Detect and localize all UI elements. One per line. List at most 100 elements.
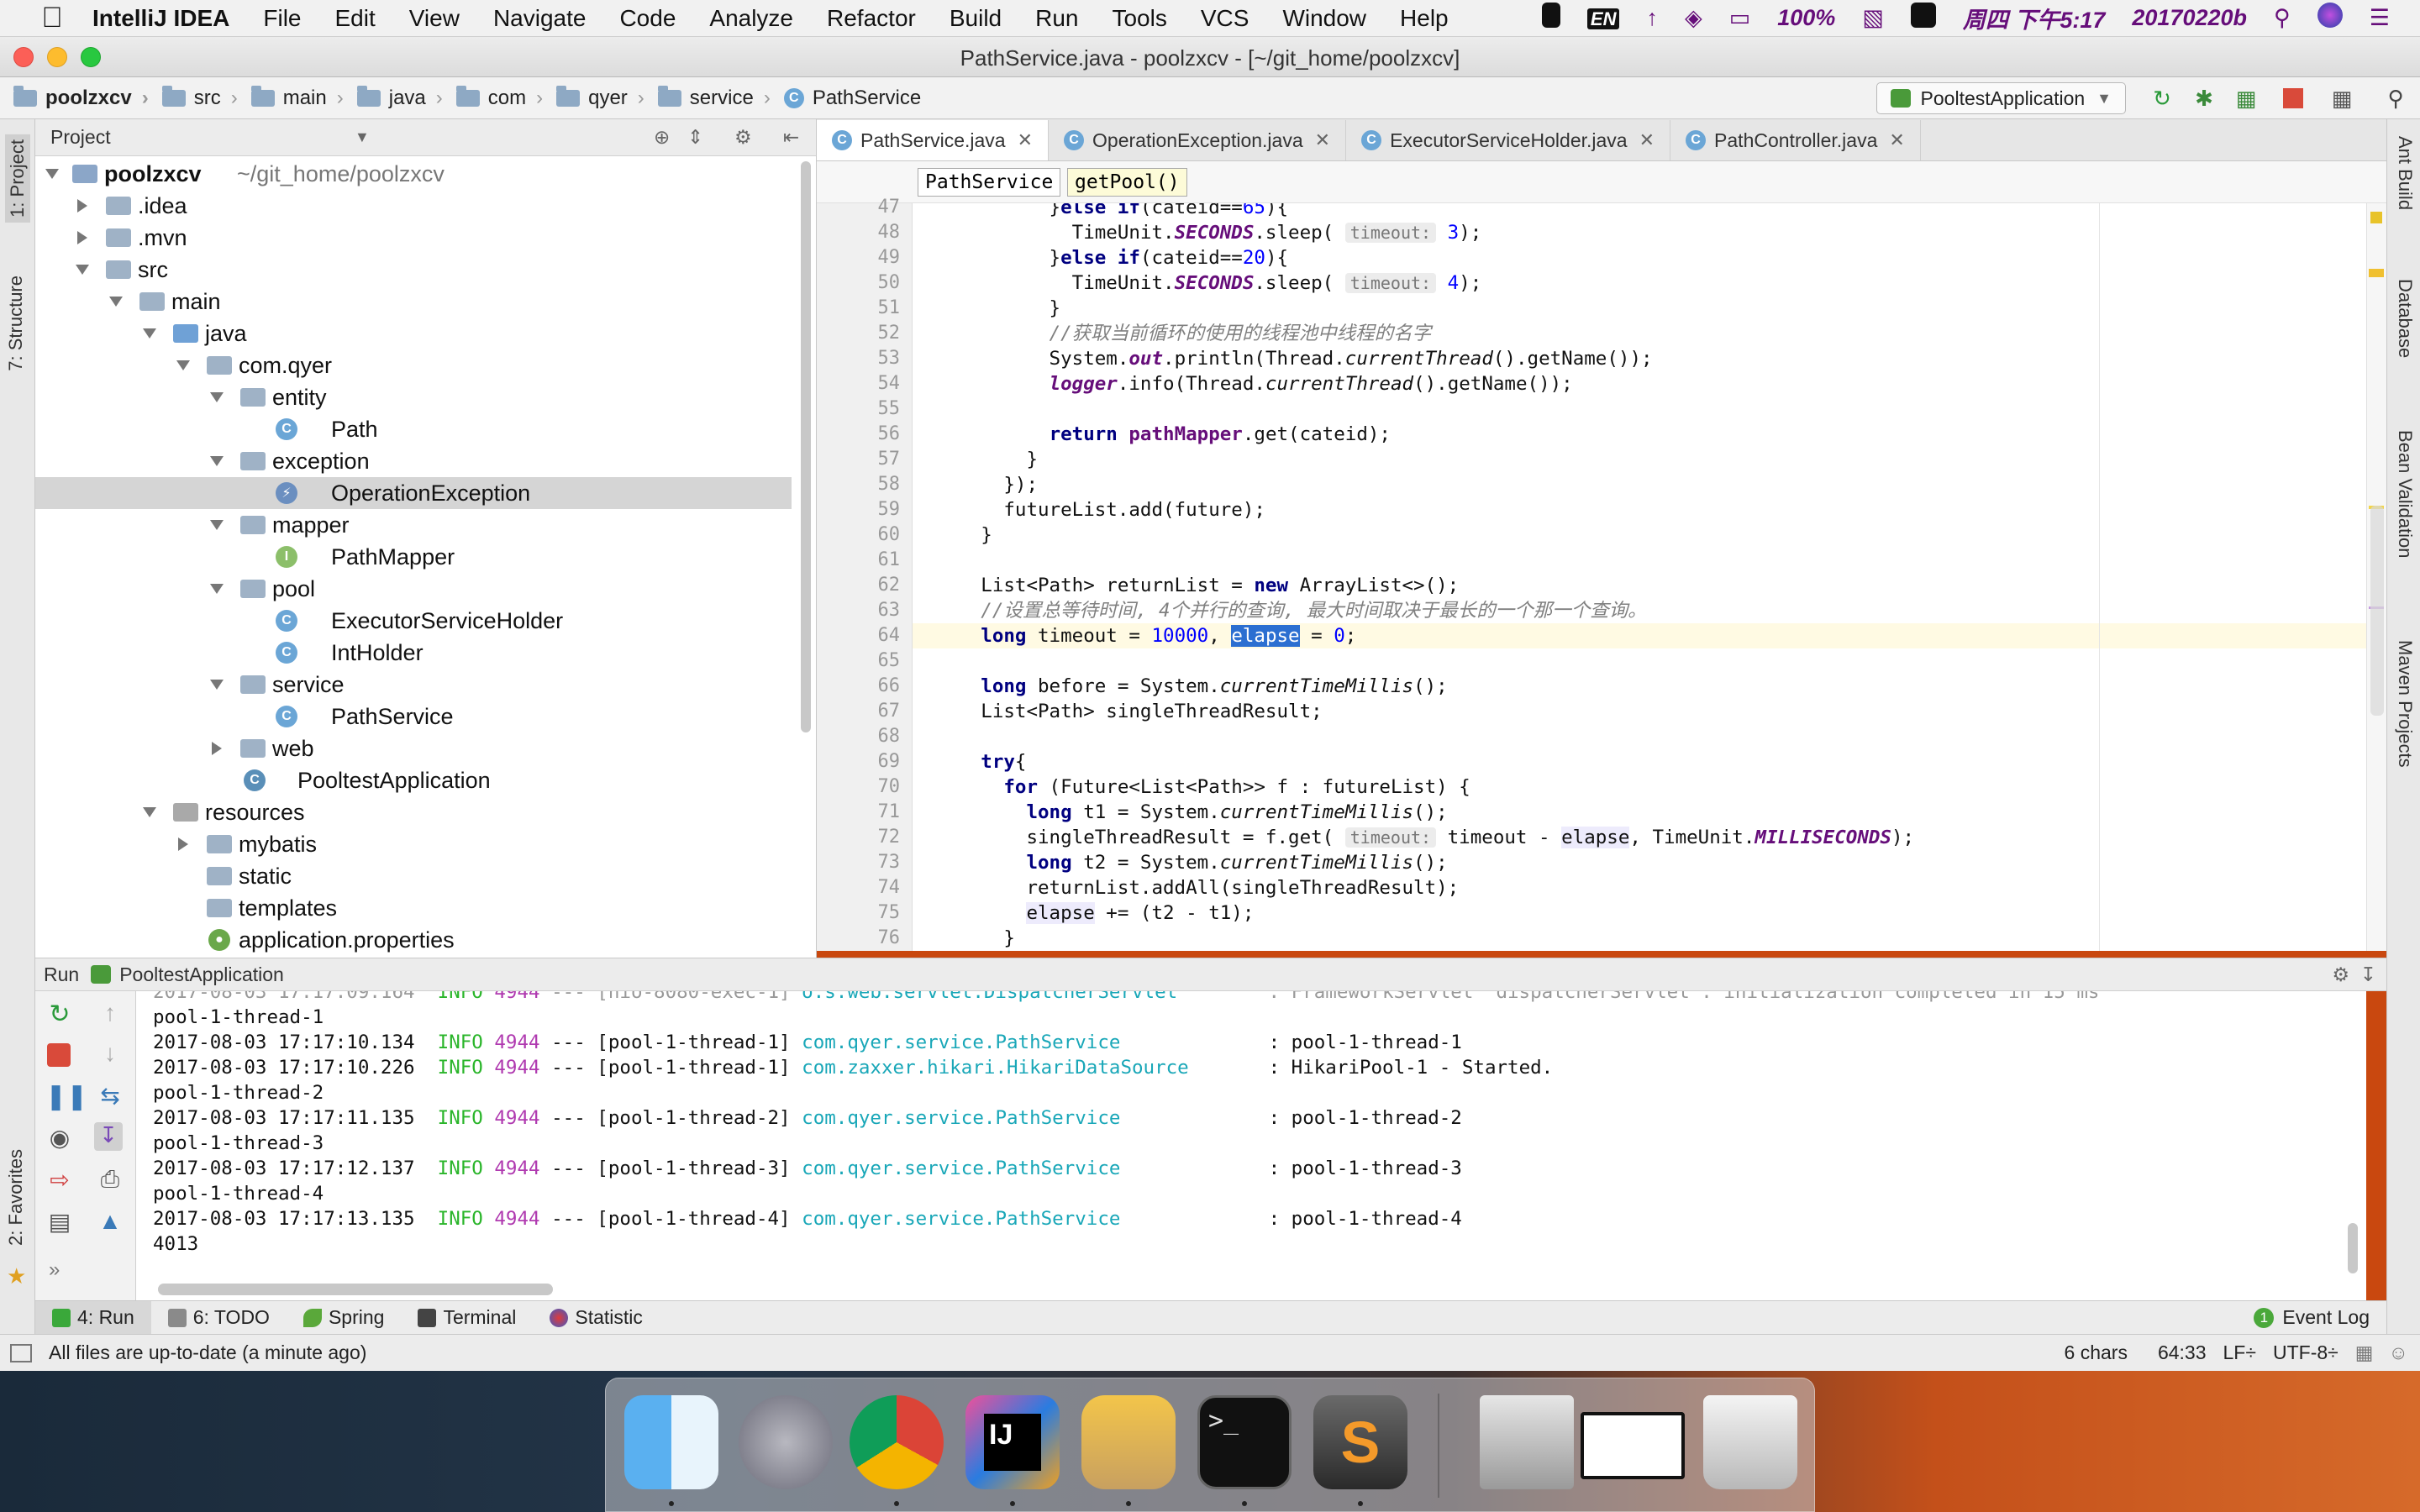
camera-icon[interactable]: ◉	[45, 1124, 74, 1152]
bean-validation-tool-tab[interactable]: Bean Validation	[2394, 430, 2416, 559]
menu-run[interactable]: Run	[1018, 5, 1095, 32]
inspector-icon[interactable]: ☺	[2389, 1341, 2420, 1364]
gear-icon[interactable]: ⚙	[2332, 963, 2349, 986]
breadcrumb-method[interactable]: getPool()	[1067, 168, 1187, 197]
exit-icon[interactable]: ⇨	[45, 1166, 74, 1194]
soft-wrap-icon[interactable]: ⇆	[96, 1082, 124, 1110]
hide-panel-icon[interactable]: ↧	[2360, 963, 2376, 986]
tree-item[interactable]: resources	[35, 796, 792, 828]
tree-item[interactable]: exception	[35, 445, 792, 477]
stop-icon[interactable]	[47, 1043, 71, 1067]
rerun-icon[interactable]: ↻	[2149, 86, 2175, 111]
expand-arrow-icon[interactable]	[143, 328, 156, 339]
expand-arrow-icon[interactable]	[109, 297, 123, 307]
close-tab-icon[interactable]: ✕	[1889, 129, 1904, 151]
expand-arrow-icon[interactable]	[76, 265, 89, 275]
crumb-src[interactable]: src ›	[149, 85, 238, 110]
close-tab-icon[interactable]: ✕	[1639, 129, 1655, 151]
expand-arrow-icon[interactable]	[210, 392, 224, 402]
file-encoding[interactable]: UTF-8÷	[2273, 1341, 2355, 1364]
toggle-tool-windows-icon[interactable]	[10, 1343, 32, 1362]
terminal-icon[interactable]: >_	[1197, 1395, 1292, 1489]
trash-icon[interactable]	[1703, 1395, 1797, 1489]
tab-operationexception[interactable]: C OperationException.java ✕	[1049, 120, 1347, 160]
tree-item[interactable]: .idea	[35, 190, 792, 222]
menu-app-name[interactable]: IntelliJ IDEA	[71, 5, 246, 32]
finder-icon[interactable]	[624, 1395, 718, 1489]
battery-percent[interactable]: 100%	[1764, 5, 1849, 31]
menu-build[interactable]: Build	[933, 5, 1018, 32]
tree-item-selected[interactable]: ⚡ OperationException	[35, 477, 792, 509]
tree-item[interactable]: C PathService	[35, 701, 792, 732]
expand-arrow-icon[interactable]	[212, 742, 222, 755]
tree-item[interactable]: service	[35, 669, 792, 701]
expand-arrow-icon[interactable]	[210, 584, 224, 594]
breadcrumb-class[interactable]: PathService	[918, 168, 1061, 197]
menu-view[interactable]: View	[392, 5, 476, 32]
sequel-pro-icon[interactable]	[1081, 1395, 1176, 1489]
launchpad-icon[interactable]	[739, 1395, 833, 1489]
sublime-status-icon[interactable]	[1897, 3, 1949, 34]
crumb-service[interactable]: service ›	[644, 85, 771, 110]
apple-menu-icon[interactable]: 	[34, 2, 71, 34]
tree-item[interactable]: I PathMapper	[35, 541, 792, 573]
intellij-idea-icon[interactable]: IJ	[965, 1395, 1060, 1489]
tree-item[interactable]: entity	[35, 381, 792, 413]
run-config-name[interactable]: PooltestApplication	[119, 963, 284, 986]
editor-scrollbar[interactable]	[2370, 506, 2384, 716]
arrow-up-icon[interactable]: ↑	[96, 1000, 124, 1028]
menu-refactor[interactable]: Refactor	[810, 5, 933, 32]
collapse-all-icon[interactable]: ⇕	[687, 126, 703, 149]
notification-center-icon[interactable]: ☰	[2356, 5, 2403, 31]
arrow-down-icon[interactable]: ↓	[96, 1040, 124, 1068]
tree-item[interactable]: pool	[35, 573, 792, 605]
expand-arrow-icon[interactable]	[210, 520, 224, 530]
warning-marker[interactable]	[2369, 269, 2384, 277]
tree-item[interactable]: mapper	[35, 509, 792, 541]
gear-icon[interactable]: ⚙	[734, 126, 752, 149]
console-horizontal-scrollbar[interactable]	[158, 1284, 553, 1295]
tree-item[interactable]: main	[35, 286, 792, 318]
close-tab-icon[interactable]: ✕	[1315, 129, 1330, 151]
layout-icon[interactable]: ▤	[45, 1208, 74, 1236]
tree-item[interactable]: com.qyer	[35, 349, 792, 381]
downloads-stack-icon[interactable]	[1480, 1395, 1574, 1489]
expand-arrow-icon[interactable]	[77, 231, 87, 244]
tree-item[interactable]: C Path	[35, 413, 792, 445]
locate-icon[interactable]: ⊕	[654, 126, 670, 149]
expand-arrow-icon[interactable]	[45, 169, 59, 179]
tree-item[interactable]: templates	[35, 892, 792, 924]
close-tab-icon[interactable]: ✕	[1018, 129, 1033, 151]
run-console[interactable]: 2017-08-03 17:17:09.164 INFO 4944 --- [n…	[136, 991, 2366, 1300]
scroll-to-end-icon[interactable]: ↧	[94, 1122, 123, 1151]
search-everywhere-icon[interactable]: ⚲	[2383, 86, 2408, 111]
input-source[interactable]: EN	[1574, 5, 1634, 31]
project-structure-icon[interactable]: ▦	[2329, 86, 2354, 111]
menu-tools[interactable]: Tools	[1095, 5, 1183, 32]
stop-icon[interactable]	[2281, 86, 2306, 111]
tab-executorserviceholder[interactable]: C ExecutorServiceHolder.java ✕	[1346, 120, 1671, 160]
tab-pathservice[interactable]: C PathService.java ✕	[817, 120, 1050, 160]
menu-help[interactable]: Help	[1383, 5, 1465, 32]
tree-item[interactable]: C PooltestApplication	[35, 764, 792, 796]
tree-item[interactable]: src	[35, 254, 792, 286]
project-tool-tab[interactable]: 1: Project	[5, 134, 30, 223]
crumb-java[interactable]: java ›	[344, 85, 443, 110]
line-separator[interactable]: LF÷	[2223, 1341, 2273, 1364]
tab-spring[interactable]: Spring	[287, 1301, 401, 1335]
tree-item-root[interactable]: poolzxcv ~/git_home/poolzxcv	[35, 158, 792, 190]
project-scrollbar[interactable]	[801, 161, 811, 732]
chevron-down-icon[interactable]: ▼	[355, 129, 370, 146]
debug-icon[interactable]: ✱	[2191, 86, 2217, 111]
menu-file[interactable]: File	[246, 5, 318, 32]
error-stripe[interactable]	[2366, 203, 2386, 951]
wifi-icon[interactable]: ◈	[1671, 5, 1716, 31]
favorites-tool-tab[interactable]: 2: Favorites	[5, 1149, 27, 1246]
menu-window[interactable]: Window	[1265, 5, 1383, 32]
crumb-qyer[interactable]: qyer ›	[543, 85, 644, 110]
code-editor[interactable]: }else if(cateid==65){ TimeUnit.SECONDS.s…	[913, 203, 2366, 951]
clock[interactable]: 周四 下午5:17	[1949, 2, 2119, 34]
lock-icon[interactable]: ▦	[2355, 1341, 2389, 1364]
ant-build-tool-tab[interactable]: Ant Build	[2394, 136, 2416, 210]
coverage-icon[interactable]: ▦	[2233, 86, 2259, 111]
